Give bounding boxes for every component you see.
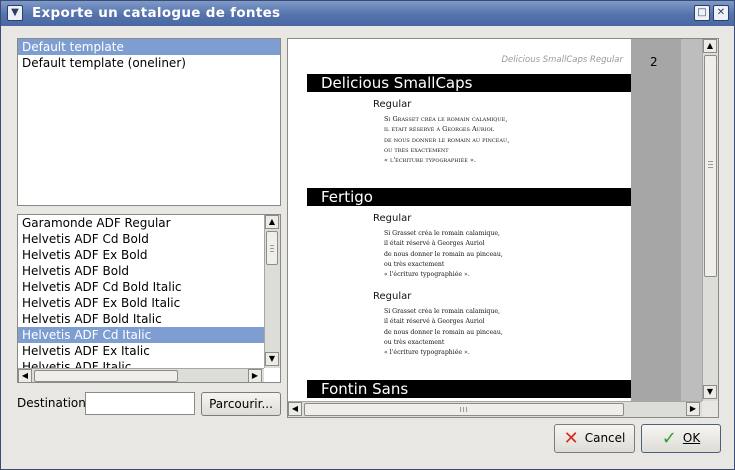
preview-vscrollbar[interactable]: ▲ ▼ [702,39,718,401]
cancel-x-icon: ✕ [563,428,579,449]
template-list[interactable]: Default template Default template (oneli… [17,38,281,206]
chevron-down-icon: ▼ [11,7,19,18]
vscroll-thumb[interactable] [704,55,717,277]
page-header-text: Delicious SmallCaps Regular [501,55,623,65]
hscroll-thumb[interactable] [304,403,624,416]
font-list-hscrollbar[interactable]: ◀ ▶ [18,368,264,382]
font-list-item[interactable]: Garamonde ADF Regular [18,215,264,231]
font-list-vscrollbar[interactable]: ▲ ▼ [264,215,280,368]
catalog-preview: Delicious SmallCaps Regular Delicious Sm… [287,38,719,418]
scroll-right-arrow-icon[interactable]: ▶ [686,402,700,416]
font-list-item[interactable]: Helvetis ADF Cd Bold [18,231,264,247]
style-label: Regular [373,291,412,302]
cancel-button[interactable]: ✕ Cancel [554,424,635,453]
ok-button[interactable]: ✓ OK [641,424,721,453]
browse-button[interactable]: Parcourir... [201,392,281,416]
font-name-band: Fontin Sans [307,380,631,398]
destination-label: Destination [17,396,86,410]
checkmark-icon: ✓ [661,428,677,449]
font-name-band: Delicious SmallCaps [307,74,631,92]
font-list-item[interactable]: Helvetis ADF Ex Italic [18,343,264,359]
maximize-button[interactable]: □ [694,5,710,21]
preview-page: Delicious SmallCaps Regular Delicious Sm… [288,39,631,401]
font-list-item[interactable]: Helvetis ADF Cd Bold Italic [18,279,264,295]
scroll-down-arrow-icon[interactable]: ▼ [265,352,279,366]
font-list[interactable]: Garamonde ADF Regular Helvetis ADF Cd Bo… [17,214,281,383]
style-label: Regular [373,213,412,224]
sample-text: Si Grasset créa le romain calamique, il é… [384,230,503,279]
font-list-item[interactable]: Helvetis ADF Bold [18,263,264,279]
scroll-up-arrow-icon[interactable]: ▲ [703,39,717,53]
maximize-icon: □ [697,7,707,18]
close-button[interactable]: ✕ [713,5,729,21]
scroll-left-arrow-icon[interactable]: ◀ [18,369,32,382]
font-list-item[interactable]: Helvetis ADF Cd Italic [18,327,264,343]
window-menu-button[interactable]: ▼ [7,5,23,21]
window-title: Exporte un catalogue de fontes [32,5,281,21]
scroll-left-arrow-icon[interactable]: ◀ [288,402,302,416]
font-list-item[interactable]: Helvetis ADF Italic [18,359,264,368]
page-margin [631,39,681,401]
sample-text: Si Grasset créa le romain calamique, il é… [384,308,503,357]
style-label: Regular [373,99,412,110]
destination-input[interactable] [85,392,195,415]
close-icon: ✕ [716,7,726,18]
export-catalog-dialog: ▼ Exporte un catalogue de fontes □ ✕ Def… [0,0,735,470]
page-number: 2 [650,55,658,69]
font-list-item[interactable]: Helvetis ADF Bold Italic [18,311,264,327]
title-bar[interactable]: ▼ Exporte un catalogue de fontes □ ✕ [1,1,734,26]
scroll-up-arrow-icon[interactable]: ▲ [265,215,279,229]
scroll-down-arrow-icon[interactable]: ▼ [703,385,717,399]
scroll-right-arrow-icon[interactable]: ▶ [248,369,262,382]
vscroll-thumb[interactable] [266,231,278,265]
font-name-band: Fertigo [307,188,631,206]
font-list-item[interactable]: Helvetis ADF Ex Bold Italic [18,295,264,311]
preview-hscrollbar[interactable]: ◀ ▶ [288,401,702,417]
font-list-item[interactable]: Helvetis ADF Ex Bold [18,247,264,263]
template-item[interactable]: Default template (oneliner) [18,55,280,71]
sample-text: Si Grasset créa le romain calamique, il é… [384,115,510,165]
hscroll-thumb[interactable] [34,370,178,382]
template-item[interactable]: Default template [18,39,280,55]
